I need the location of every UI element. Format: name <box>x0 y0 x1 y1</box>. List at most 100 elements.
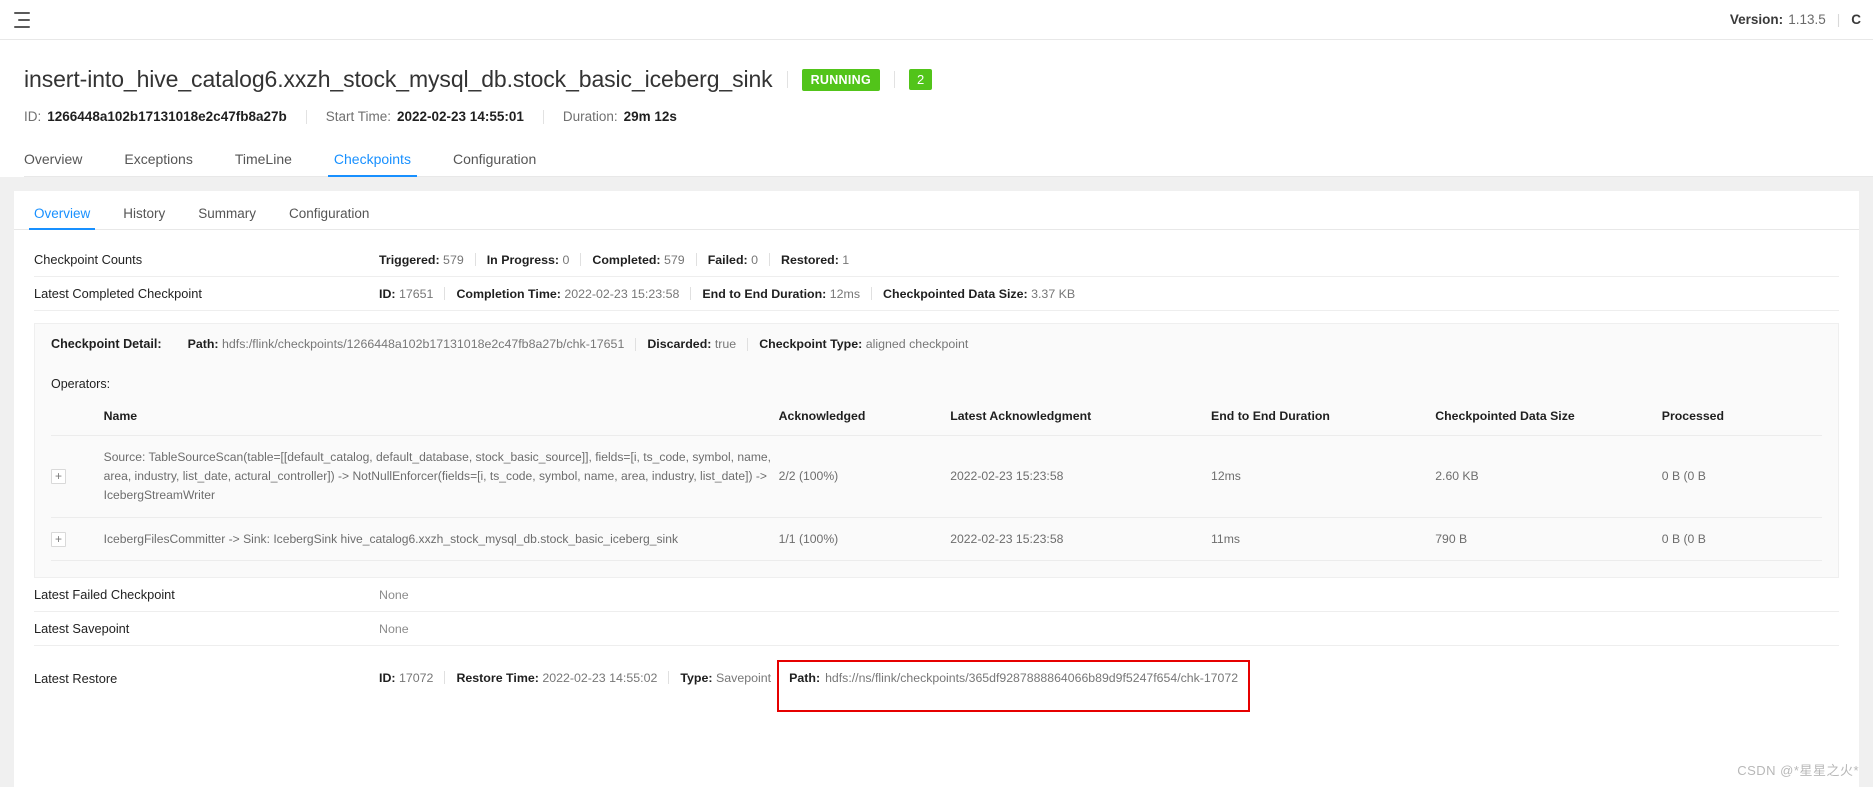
detail-type-stat: Checkpoint Type: aligned checkpoint <box>759 337 968 351</box>
completed-stat: Completed: 579 <box>592 253 684 267</box>
latest-failed-checkpoint-row: Latest Failed Checkpoint None <box>34 578 1839 613</box>
failed-stat: Failed: 0 <box>708 253 758 267</box>
job-meta: ID: 1266448a102b17131018e2c47fb8a27b Sta… <box>24 109 1873 124</box>
divider <box>871 287 873 300</box>
divider <box>474 253 476 266</box>
duration-label: Duration: <box>562 109 618 124</box>
checkpoint-detail-line: Checkpoint Detail: Path: hdfs:/flink/che… <box>51 337 1822 355</box>
status-badge: RUNNING <box>801 68 881 91</box>
latest-restore-row: Latest Restore ID: 17072 Restore Time: 2… <box>34 646 1839 721</box>
page-title: insert-into_hive_catalog6.xxzh_stock_mys… <box>24 66 773 92</box>
column-header-latest-acknowledgment: Latest Acknowledgment <box>950 397 1212 436</box>
data-size-label: Checkpointed Data Size: <box>883 286 1028 301</box>
latest-completed-values: ID: 17651 Completion Time: 2022-02-23 15… <box>379 287 1075 301</box>
operators-table: Name Acknowledged Latest Acknowledgment … <box>51 397 1822 562</box>
restore-id-stat: ID: 17072 <box>379 671 433 685</box>
tab-configuration[interactable]: Configuration <box>453 151 536 176</box>
restore-time-value: 2022-02-23 14:55:02 <box>542 671 658 686</box>
tab-timeline[interactable]: TimeLine <box>235 151 292 176</box>
job-id-label: ID: <box>24 109 42 124</box>
checkpoint-id-label: ID: <box>379 286 396 301</box>
subtab-configuration[interactable]: Configuration <box>289 206 369 229</box>
restore-type-value: Savepoint <box>715 671 772 686</box>
divider <box>668 671 670 685</box>
commit-label-truncated: C <box>1851 12 1861 27</box>
triggered-value: 579 <box>443 252 464 267</box>
subtab-history[interactable]: History <box>123 206 165 229</box>
in-progress-stat: In Progress: 0 <box>487 253 570 267</box>
divider <box>444 287 446 300</box>
completion-time-value: 2022-02-23 15:23:58 <box>564 286 680 301</box>
operator-name-cell: IcebergFilesCommitter -> Sink: IcebergSi… <box>103 517 779 562</box>
operator-checkpointed-data-size: 2.60 KB <box>1435 435 1662 518</box>
latest-savepoint-label: Latest Savepoint <box>34 621 130 637</box>
expand-row-icon[interactable]: + <box>51 531 66 547</box>
detail-discarded-value: true <box>714 337 737 351</box>
completion-time-stat: Completion Time: 2022-02-23 15:23:58 <box>456 287 679 301</box>
failed-value: 0 <box>751 252 758 267</box>
tab-overview[interactable]: Overview <box>24 151 82 176</box>
data-size-stat: Checkpointed Data Size: 3.37 KB <box>883 287 1075 301</box>
checkpoint-id-value: 17651 <box>398 286 434 301</box>
checkpoint-detail-panel: Checkpoint Detail: Path: hdfs:/flink/che… <box>34 323 1839 579</box>
job-id-value: 1266448a102b17131018e2c47fb8a27b <box>47 109 287 124</box>
highlighted-restore-path: Path: hdfs://ns/flink/checkpoints/365df9… <box>777 660 1251 713</box>
detail-path-stat: Path: hdfs:/flink/checkpoints/1266448a10… <box>188 337 625 351</box>
restore-type-stat: Type: Savepoint <box>680 671 771 685</box>
page-body: Overview History Summary Configuration C… <box>0 177 1873 787</box>
divider <box>786 71 788 88</box>
tab-checkpoints[interactable]: Checkpoints <box>327 151 418 177</box>
detail-path-value: hdfs:/flink/checkpoints/1266448a102b1713… <box>222 337 625 351</box>
top-app-bar: Version: 1.13.5 | C <box>0 0 1873 40</box>
checkpoint-summary-rows: Checkpoint Counts Triggered: 579 In Prog… <box>14 230 1859 721</box>
detail-discarded-stat: Discarded: true <box>647 337 736 351</box>
column-header-processed: Processed <box>1661 397 1822 436</box>
checkpoint-counts-label: Checkpoint Counts <box>34 252 143 267</box>
job-header: insert-into_hive_catalog6.xxzh_stock_mys… <box>0 40 1873 124</box>
subtab-summary[interactable]: Summary <box>198 206 256 229</box>
restored-stat: Restored: 1 <box>781 253 849 267</box>
column-header-name: Name <box>103 397 779 436</box>
hamburger-menu-icon[interactable] <box>14 11 32 28</box>
tab-exceptions[interactable]: Exceptions <box>124 151 192 176</box>
operator-checkpointed-data-size: 790 B <box>1435 517 1662 562</box>
in-progress-label: In Progress: <box>486 252 560 267</box>
operators-table-header: Name Acknowledged Latest Acknowledgment … <box>51 397 1822 436</box>
expander-cell: + <box>51 435 104 518</box>
table-row: + IcebergFilesCommitter -> Sink: Iceberg… <box>51 517 1822 562</box>
detail-discarded-label: Discarded: <box>647 337 712 351</box>
parallelism-badge: 2 <box>909 69 933 90</box>
divider <box>444 671 446 685</box>
watermark: CSDN @*星星之火* <box>1737 760 1859 779</box>
column-header-end-to-end-duration: End to End Duration <box>1211 397 1436 436</box>
latest-restore-label: Latest Restore <box>34 671 118 687</box>
divider <box>542 109 544 124</box>
latest-savepoint-values: None <box>379 622 409 636</box>
checkpoints-card: Overview History Summary Configuration C… <box>14 191 1859 787</box>
latest-failed-label: Latest Failed Checkpoint <box>34 587 175 603</box>
divider <box>769 253 770 266</box>
latest-savepoint-row: Latest Savepoint None <box>34 612 1839 647</box>
column-header-acknowledged: Acknowledged <box>778 397 951 436</box>
operators-table-body: + Source: TableSourceScan(table=[[defaul… <box>51 435 1822 562</box>
restore-id-label: ID: <box>379 671 396 686</box>
operator-name: Source: TableSourceScan(table=[[default_… <box>103 450 771 502</box>
operator-latest-acknowledgment: 2022-02-23 15:23:58 <box>950 435 1212 518</box>
detail-path-label: Path: <box>187 337 219 351</box>
expand-row-icon[interactable]: + <box>51 468 66 484</box>
divider <box>580 253 582 266</box>
triggered-label: Triggered: <box>379 252 440 267</box>
operator-end-to-end-duration: 11ms <box>1211 517 1436 562</box>
job-title-row: insert-into_hive_catalog6.xxzh_stock_mys… <box>24 66 1873 93</box>
start-time-label: Start Time: <box>325 109 391 124</box>
divider <box>894 71 896 88</box>
duration-value: 29m 12s <box>623 109 677 124</box>
operator-processed: 0 B (0 B <box>1661 517 1822 562</box>
restore-type-label: Type: <box>680 671 713 686</box>
checkpoint-sub-tab-bar: Overview History Summary Configuration <box>14 191 1859 230</box>
version-info: Version: 1.13.5 | C <box>1730 12 1861 27</box>
subtab-overview[interactable]: Overview <box>28 206 96 230</box>
e2e-duration-label: End to End Duration: <box>702 286 827 301</box>
failed-label: Failed: <box>707 252 748 267</box>
operator-processed: 0 B (0 B <box>1661 435 1822 518</box>
